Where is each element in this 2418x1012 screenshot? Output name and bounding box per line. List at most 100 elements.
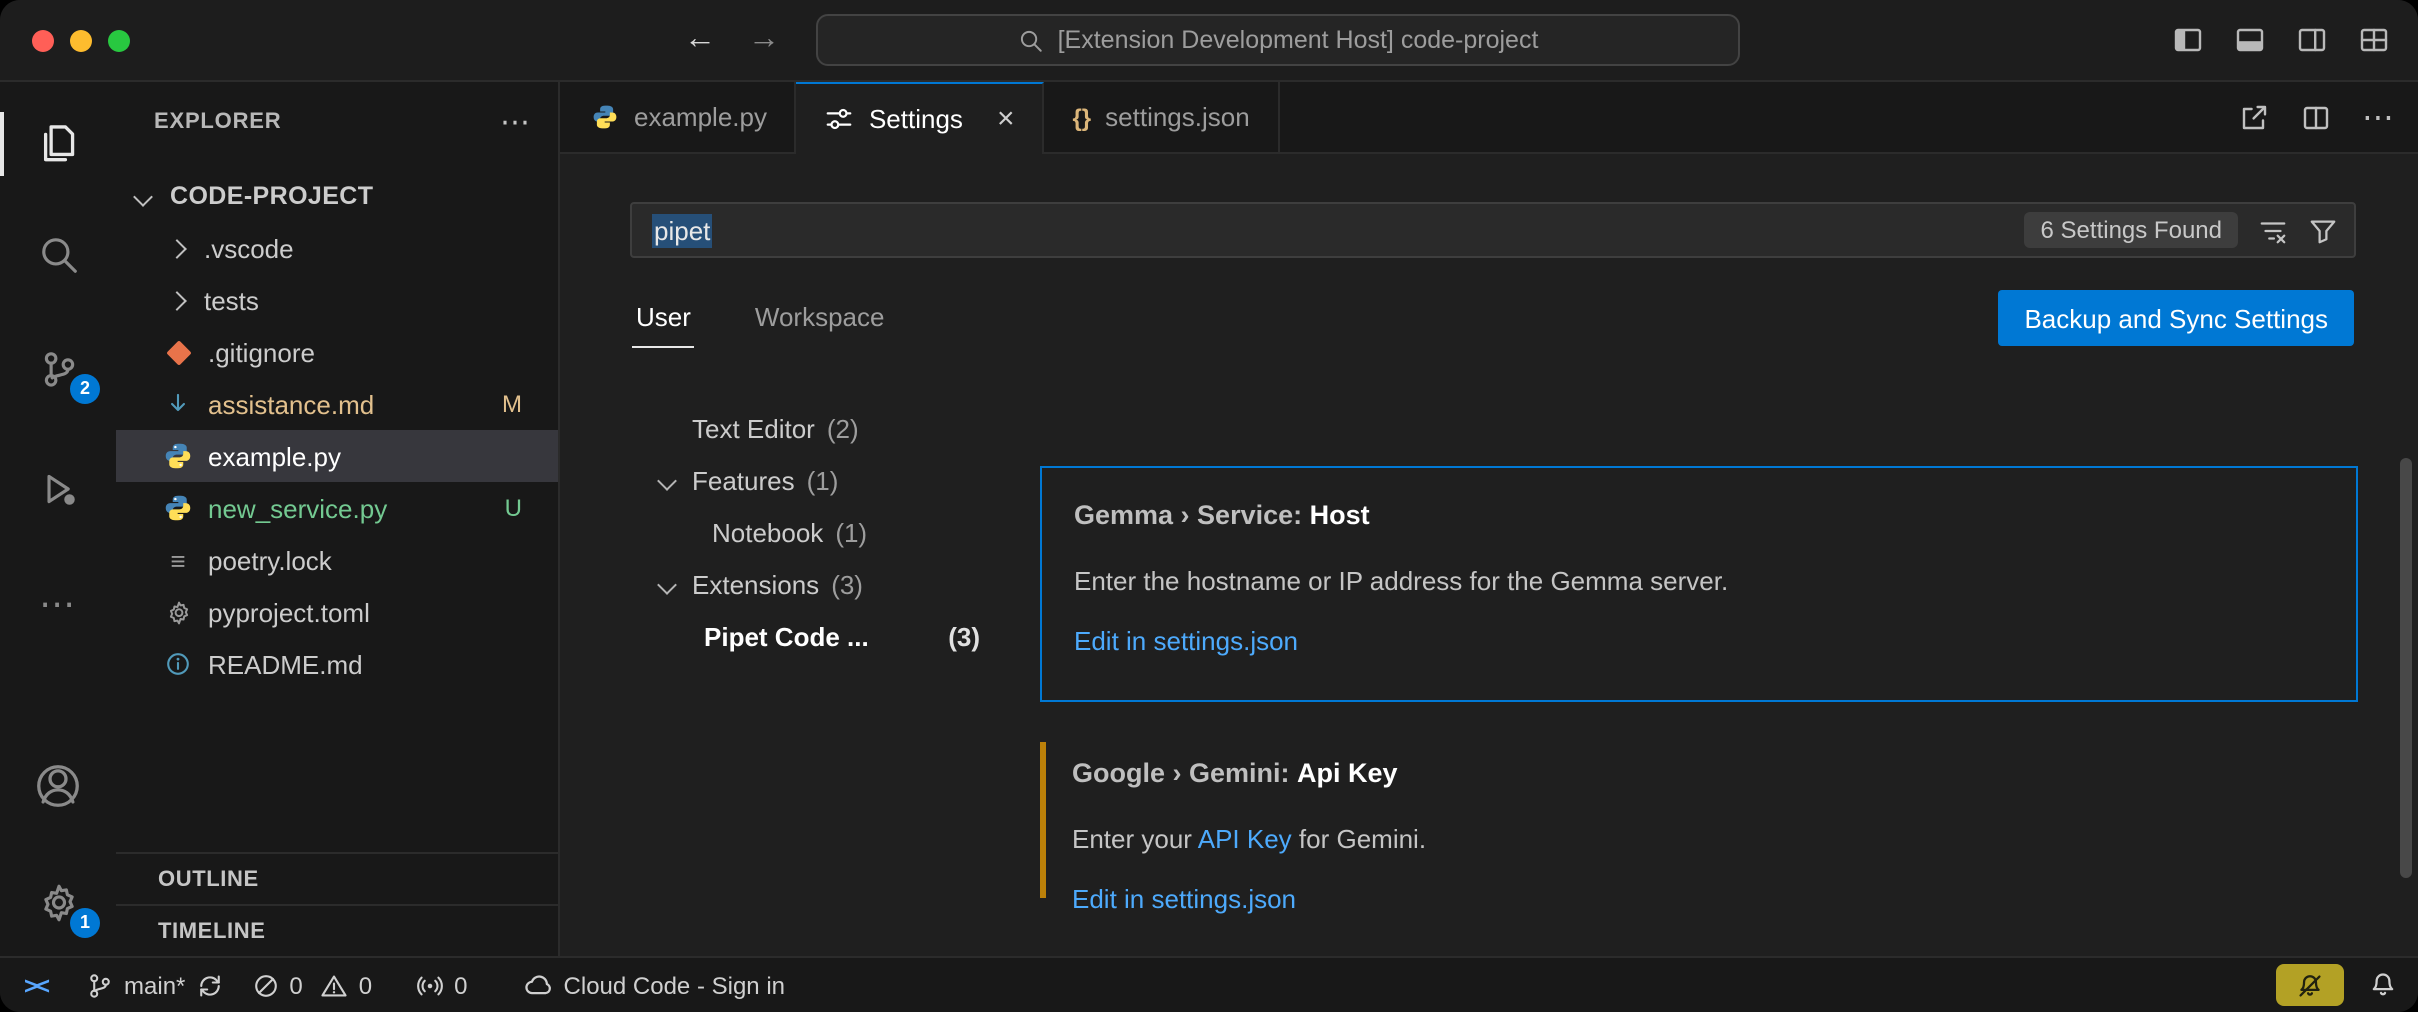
command-center[interactable]: [Extension Development Host] code-projec…: [816, 14, 1740, 66]
tree-file-poetry-lock[interactable]: ≡ poetry.lock: [116, 534, 558, 586]
chevron-down-icon: [657, 574, 677, 594]
python-icon: [588, 101, 620, 133]
tree-file-example-py[interactable]: example.py: [116, 430, 558, 482]
cloud-code-item[interactable]: Cloud Code - Sign in: [510, 958, 799, 1012]
toc-pipet-code[interactable]: Pipet Code ... (3): [640, 610, 1000, 662]
tab-example-py[interactable]: example.py: [560, 82, 797, 152]
settings-sliders-icon: [825, 104, 855, 134]
toggle-secondary-sidebar-icon[interactable]: [2296, 24, 2328, 56]
edit-in-settings-json-link[interactable]: Edit in settings.json: [1072, 880, 2326, 918]
gear-icon: [162, 596, 194, 628]
settings-results-count: 6 Settings Found: [2025, 212, 2238, 248]
toc-text-editor[interactable]: Text Editor (2): [640, 402, 1000, 454]
tab-label: example.py: [634, 102, 767, 132]
edit-in-settings-json-link[interactable]: Edit in settings.json: [1074, 622, 2324, 660]
scope-tab-user[interactable]: User: [632, 290, 695, 348]
tree-folder-tests[interactable]: tests: [116, 274, 558, 326]
scrollbar-thumb[interactable]: [2400, 458, 2412, 878]
more-icon: ⋯: [39, 583, 77, 625]
git-icon: [162, 336, 194, 368]
more-actions-icon[interactable]: ⋯: [2362, 98, 2394, 138]
split-editor-icon[interactable]: [2300, 102, 2332, 134]
warnings-count: 0: [359, 971, 372, 999]
activitybar-accounts[interactable]: [0, 746, 116, 826]
activitybar-explorer[interactable]: [0, 104, 116, 184]
info-icon: [162, 648, 194, 680]
tree-file-pyproject-toml[interactable]: pyproject.toml: [116, 586, 558, 638]
tree-root-code-project[interactable]: CODE-PROJECT: [116, 170, 558, 222]
file-label: README.md: [208, 649, 363, 679]
zoom-window-button[interactable]: [108, 30, 130, 52]
open-settings-json-icon[interactable]: [2238, 102, 2270, 134]
timeline-section[interactable]: TIMELINE: [116, 904, 558, 956]
toc-count: (3): [831, 569, 863, 599]
toc-extensions[interactable]: Extensions (3): [640, 558, 1000, 610]
activitybar-settings[interactable]: 1: [0, 862, 116, 942]
git-status-badge: U: [505, 494, 522, 522]
python-icon: [162, 492, 194, 524]
tree-file-readme-md[interactable]: README.md: [116, 638, 558, 690]
activitybar-run-debug[interactable]: [0, 448, 116, 528]
minimize-window-button[interactable]: [70, 30, 92, 52]
customize-layout-icon[interactable]: [2358, 24, 2390, 56]
clear-search-filters-icon[interactable]: [2258, 215, 2288, 245]
do-not-disturb-chip[interactable]: [2276, 964, 2344, 1006]
toc-notebook[interactable]: Notebook (1): [640, 506, 1000, 558]
json-icon: {}: [1072, 103, 1091, 131]
settings-editor: pipet 6 Settings Found User Workspace Ba…: [560, 154, 2418, 956]
toc-label: Text Editor: [692, 413, 815, 443]
editor-actions: ⋯: [2238, 82, 2394, 154]
scope-tab-workspace[interactable]: Workspace: [751, 290, 889, 346]
toggle-primary-sidebar-icon[interactable]: [2172, 24, 2204, 56]
tree-file-new-service-py[interactable]: new_service.py U: [116, 482, 558, 534]
close-icon[interactable]: ×: [997, 102, 1015, 136]
close-window-button[interactable]: [32, 30, 54, 52]
tab-label: Settings: [869, 104, 963, 134]
tab-settings[interactable]: Settings ×: [797, 82, 1045, 154]
folder-label: .vscode: [204, 233, 294, 263]
api-key-link[interactable]: API Key: [1198, 824, 1292, 854]
setting-category: Google › Gemini:: [1072, 758, 1297, 788]
setting-gemma-service-host[interactable]: Gemma › Service: Host Enter the hostname…: [1040, 466, 2358, 702]
ports-item[interactable]: 0: [402, 958, 481, 1012]
back-icon[interactable]: ←: [684, 22, 716, 58]
toc-count: (1): [835, 517, 867, 547]
git-branch-item[interactable]: main*: [72, 958, 237, 1012]
search-icon: [37, 233, 79, 275]
activitybar-more[interactable]: ⋯: [0, 564, 116, 644]
outline-section[interactable]: OUTLINE: [116, 852, 558, 904]
toc-count: (2): [827, 413, 859, 443]
setting-google-gemini-api-key[interactable]: Google › Gemini: Api Key Enter your API …: [1040, 726, 2358, 914]
search-icon: [1018, 27, 1044, 53]
settings-list: Gemma › Service: Host Enter the hostname…: [1040, 386, 2358, 956]
activity-bar: 2 ⋯ 1: [0, 82, 116, 956]
tab-settings-json[interactable]: {} settings.json: [1044, 82, 1279, 152]
tree-file-assistance-md[interactable]: assistance.md M: [116, 378, 558, 430]
settings-search-value: pipet: [652, 213, 712, 247]
toggle-panel-icon[interactable]: [2234, 24, 2266, 56]
warnings-icon: [321, 971, 349, 999]
toc-label: Notebook: [712, 517, 823, 547]
ports-count: 0: [454, 971, 467, 999]
problems-item[interactable]: 0 0: [237, 958, 386, 1012]
activitybar-search[interactable]: [0, 214, 116, 294]
settings-search-input[interactable]: pipet 6 Settings Found: [630, 202, 2356, 258]
setting-description: Enter your API Key for Gemini.: [1072, 820, 2326, 858]
tree-file-gitignore[interactable]: .gitignore: [116, 326, 558, 378]
remote-indicator[interactable]: ><: [0, 958, 72, 1012]
timeline-label: TIMELINE: [158, 919, 265, 943]
notifications-bell-icon[interactable]: [2368, 970, 2398, 1000]
tree-folder-vscode[interactable]: .vscode: [116, 222, 558, 274]
activitybar-source-control[interactable]: 2: [0, 328, 116, 408]
tab-bar: example.py Settings × {} settings.json: [560, 82, 2418, 154]
window-title: [Extension Development Host] code-projec…: [1058, 26, 1539, 54]
titlebar: ← → [Extension Development Host] code-pr…: [0, 0, 2418, 82]
backup-sync-settings-button[interactable]: Backup and Sync Settings: [1998, 290, 2354, 346]
run-debug-icon: [37, 467, 79, 509]
file-label: poetry.lock: [208, 545, 332, 575]
explorer-more-icon[interactable]: ⋯: [500, 104, 530, 140]
forward-icon[interactable]: →: [748, 22, 780, 58]
toc-features[interactable]: Features (1): [640, 454, 1000, 506]
explorer-header: EXPLORER ⋯: [116, 82, 558, 162]
filter-icon[interactable]: [2308, 215, 2338, 245]
